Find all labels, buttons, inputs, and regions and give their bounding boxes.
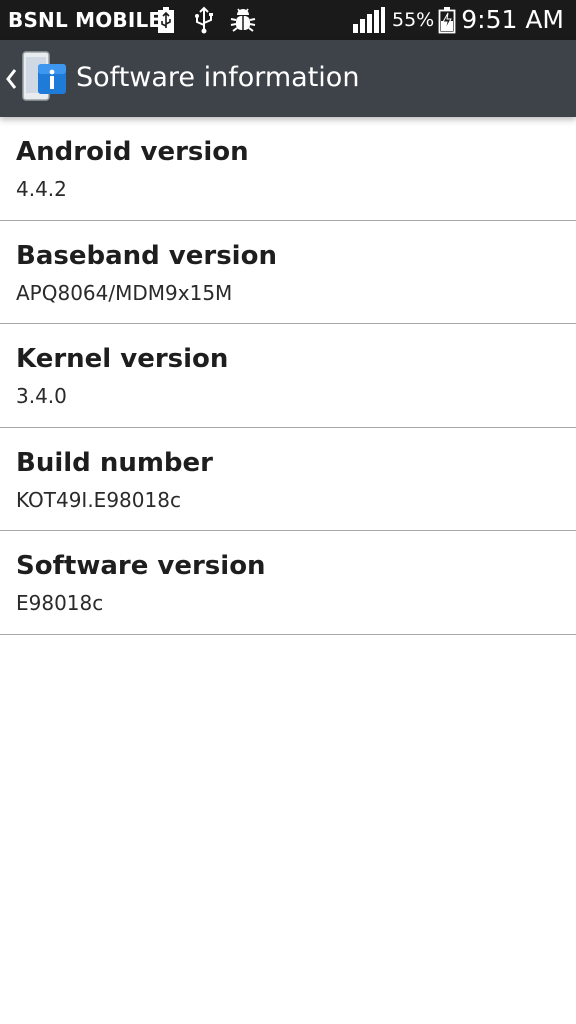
item-value: APQ8064/MDM9x15M — [16, 280, 233, 305]
info-list: Android version 4.4.2 Baseband version A… — [0, 117, 576, 635]
signal-icon — [352, 6, 386, 34]
page-title: Software information — [76, 62, 360, 93]
software-info-icon[interactable] — [20, 50, 68, 106]
usb-icon — [192, 6, 216, 34]
item-title: Android version — [16, 137, 249, 167]
status-bar: BSNL MOBILE 55% 9:51 AM — [0, 0, 576, 40]
back-chevron-icon[interactable] — [4, 66, 18, 92]
item-value: E98018c — [16, 591, 104, 615]
item-title: Baseband version — [16, 240, 277, 271]
list-item-kernel-version[interactable]: Kernel version 3.4.0 — [0, 324, 576, 428]
list-item-build-number[interactable]: Build number KOT49I.E98018c — [0, 428, 576, 531]
list-item-software-version[interactable]: Software version E98018c — [0, 531, 576, 635]
action-bar: Software information — [0, 40, 576, 117]
carrier-name: BSNL MOBILE — [8, 8, 163, 32]
battery-icon — [437, 6, 457, 34]
clock: 9:51 AM — [461, 5, 564, 34]
battery-percent: 55% — [392, 9, 435, 31]
list-item-android-version[interactable]: Android version 4.4.2 — [0, 117, 576, 221]
item-value: KOT49I.E98018c — [16, 487, 181, 512]
item-title: Kernel version — [16, 344, 229, 374]
list-item-baseband-version[interactable]: Baseband version APQ8064/MDM9x15M — [0, 221, 576, 324]
item-value: 3.4.0 — [16, 384, 67, 408]
item-value: 4.4.2 — [16, 177, 67, 201]
battery-charging-icon — [156, 6, 176, 34]
item-title: Build number — [16, 447, 213, 478]
debug-icon — [228, 6, 258, 34]
item-title: Software version — [16, 551, 266, 581]
